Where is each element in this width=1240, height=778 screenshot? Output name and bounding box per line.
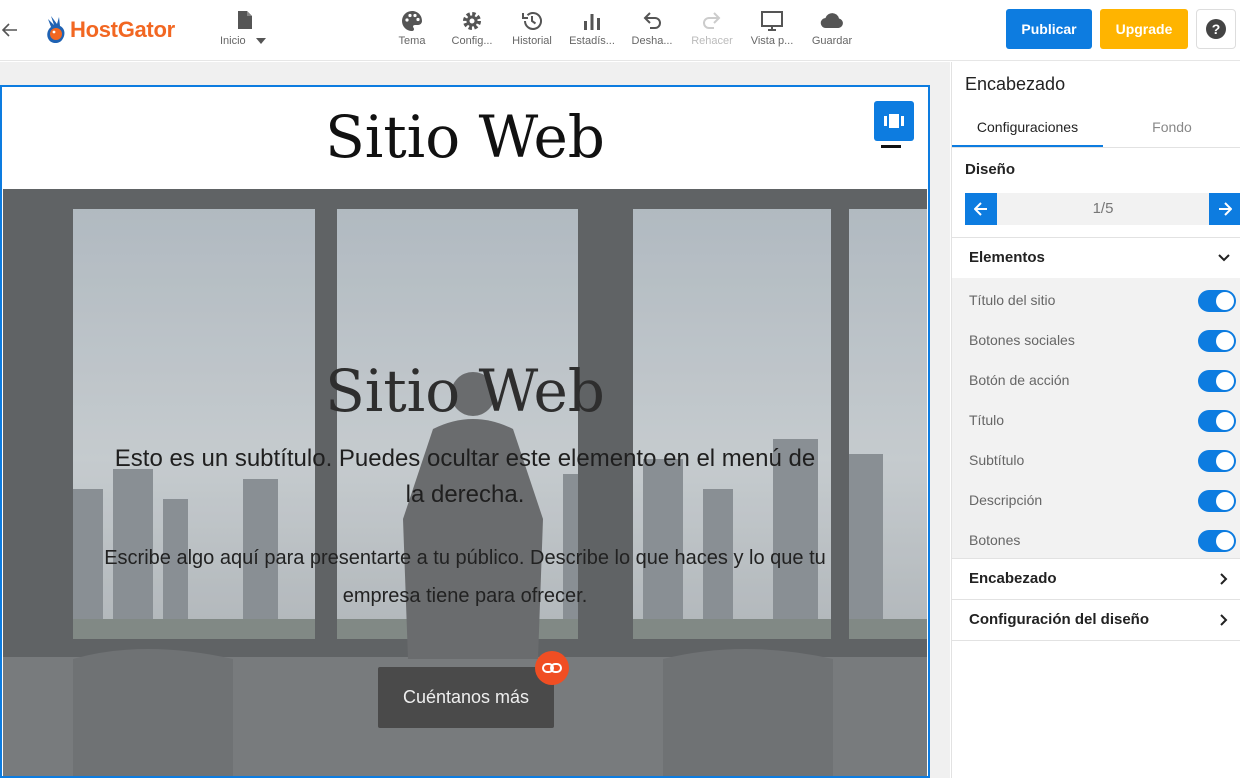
design-page-indicator: 1/5 xyxy=(1092,200,1114,217)
tool-label: Rehacer xyxy=(691,35,733,47)
toggle-row: Subtítulo xyxy=(952,440,1240,480)
tool-label: Desha... xyxy=(631,35,673,47)
svg-text:?: ? xyxy=(1212,21,1221,37)
editor-canvas: Sitio Web Sitio Web Esto es un subtítulo… xyxy=(0,62,950,778)
tool-history[interactable]: Historial xyxy=(502,8,562,52)
panel-tabs: Configuraciones Fondo xyxy=(952,108,1240,148)
caret-down-icon xyxy=(256,38,266,44)
tab-fondo[interactable]: Fondo xyxy=(1103,108,1240,147)
toggle-row: Título del sitio xyxy=(952,280,1240,320)
hero-banner[interactable]: Sitio Web Esto es un subtítulo. Puedes o… xyxy=(3,189,927,776)
chevron-down-icon xyxy=(1218,254,1230,262)
help-icon: ? xyxy=(1206,19,1226,39)
site-title[interactable]: Sitio Web xyxy=(2,103,928,171)
editor-tools: Tema Config... Historial Estadís... Desh… xyxy=(382,8,862,52)
tool-label: Config... xyxy=(451,35,493,47)
toggle-label: Botón de acción xyxy=(969,372,1070,388)
prev-design-button[interactable] xyxy=(965,193,997,225)
header-section[interactable]: Sitio Web Sitio Web Esto es un subtítulo… xyxy=(0,85,930,778)
back-arrow-icon[interactable] xyxy=(0,18,20,42)
page-selector[interactable]: Inicio xyxy=(220,8,270,52)
layout-icon xyxy=(884,114,904,128)
toggle-action-button[interactable] xyxy=(1198,370,1236,392)
publish-button[interactable]: Publicar xyxy=(1006,9,1092,49)
tool-redo[interactable]: Rehacer xyxy=(682,8,742,52)
toggle-label: Botones xyxy=(969,532,1021,548)
tool-label: Historial xyxy=(512,35,552,47)
accordion-label: Configuración del diseño xyxy=(969,611,1150,628)
toggle-label: Botones sociales xyxy=(969,332,1075,348)
hero-subtitle[interactable]: Esto es un subtítulo. Puedes ocultar est… xyxy=(113,441,817,513)
toggle-label: Subtítulo xyxy=(969,452,1025,468)
chevron-right-icon xyxy=(1220,614,1228,626)
accordion-layout-settings[interactable]: Configuración del diseño xyxy=(952,599,1240,639)
toggle-title[interactable] xyxy=(1198,410,1236,432)
panel-title: Encabezado xyxy=(965,74,1066,94)
accordion-label: Elementos xyxy=(969,249,1045,266)
accordion-elementos[interactable]: Elementos xyxy=(952,237,1240,277)
tab-configuraciones[interactable]: Configuraciones xyxy=(952,108,1103,147)
layout-switch-button[interactable] xyxy=(874,101,914,141)
undo-icon xyxy=(643,12,661,29)
tool-preview[interactable]: Vista p... xyxy=(742,8,802,52)
brand-name: HostGator xyxy=(70,17,175,42)
monitor-icon xyxy=(761,11,783,31)
tool-label: Tema xyxy=(398,35,426,47)
cta-button[interactable]: Cuéntanos más xyxy=(378,667,554,728)
hostgator-logo[interactable]: HostGator xyxy=(44,14,175,46)
accordion-label: Encabezado xyxy=(969,570,1057,587)
toggle-label: Título xyxy=(969,412,1005,428)
arrow-left-icon xyxy=(974,202,987,216)
tool-undo[interactable]: Desha... xyxy=(622,8,682,52)
document-icon xyxy=(238,11,252,29)
settings-panel: Encabezado Configuraciones Fondo Diseño … xyxy=(951,62,1240,778)
tool-label: Guardar xyxy=(811,35,853,47)
mobile-menu-icon[interactable] xyxy=(881,145,901,148)
tool-stats[interactable]: Estadís... xyxy=(562,8,622,52)
help-button[interactable]: ? xyxy=(1196,9,1236,49)
toggle-site-title[interactable] xyxy=(1198,290,1236,312)
arrow-right-icon xyxy=(1219,202,1232,216)
chevron-right-icon xyxy=(1220,573,1228,585)
toggle-label: Descripción xyxy=(969,492,1043,508)
palette-icon xyxy=(402,11,422,31)
toggle-label: Título del sitio xyxy=(969,292,1056,308)
tool-label: Estadís... xyxy=(569,35,615,47)
tool-save[interactable]: Guardar xyxy=(802,8,862,52)
design-pager: 1/5 xyxy=(965,193,1240,225)
upgrade-button[interactable]: Upgrade xyxy=(1100,9,1188,49)
toggle-buttons[interactable] xyxy=(1198,530,1236,552)
toggle-row: Botón de acción xyxy=(952,360,1240,400)
tool-settings[interactable]: Config... xyxy=(442,8,502,52)
toggle-subtitle[interactable] xyxy=(1198,450,1236,472)
toggle-row: Descripción xyxy=(952,480,1240,520)
next-design-button[interactable] xyxy=(1209,193,1240,225)
history-icon xyxy=(522,12,542,30)
design-label: Diseño xyxy=(965,161,1016,178)
tool-theme[interactable]: Tema xyxy=(382,8,442,52)
page-selector-label: Inicio xyxy=(220,35,246,47)
panel-divider xyxy=(952,640,1240,641)
link-icon xyxy=(542,663,562,673)
link-button[interactable] xyxy=(535,651,569,685)
cloud-icon xyxy=(820,13,843,29)
hero-description[interactable]: Escribe algo aquí para presentarte a tu … xyxy=(93,539,837,615)
gear-icon xyxy=(463,12,481,30)
gator-mascot-icon xyxy=(47,16,65,43)
elements-toggle-list: Título del sitio Botones sociales Botón … xyxy=(952,278,1240,558)
bar-chart-icon xyxy=(584,14,600,30)
toggle-row: Botones xyxy=(952,520,1240,560)
redo-icon xyxy=(703,12,721,29)
accordion-encabezado[interactable]: Encabezado xyxy=(952,558,1240,598)
tool-label: Vista p... xyxy=(750,35,794,47)
toggle-description[interactable] xyxy=(1198,490,1236,512)
toggle-row: Botones sociales xyxy=(952,320,1240,360)
top-toolbar: HostGator Inicio Tema Config... Historia… xyxy=(0,0,1240,61)
toggle-social-buttons[interactable] xyxy=(1198,330,1236,352)
toggle-row: Título xyxy=(952,400,1240,440)
hero-title[interactable]: Sitio Web xyxy=(3,357,927,425)
